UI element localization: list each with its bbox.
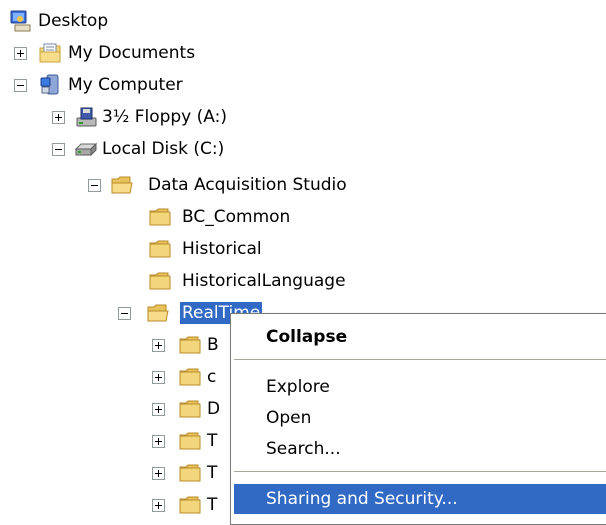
- collapse-minus-icon[interactable]: [118, 307, 131, 320]
- tree-item-realtime-child[interactable]: T: [0, 458, 240, 488]
- tree-item-bc-common[interactable]: BC_Common: [0, 202, 400, 232]
- folder-icon: [178, 461, 202, 485]
- folder-icon: [178, 333, 202, 357]
- tree-item-label: Historical: [182, 239, 262, 259]
- folder-open-icon: [146, 301, 170, 325]
- expand-plus-icon[interactable]: [152, 435, 165, 448]
- tree-item-realtime-child[interactable]: D: [0, 394, 240, 424]
- tree-item-label: BC_Common: [182, 207, 291, 227]
- expand-plus-icon[interactable]: [152, 499, 165, 512]
- tree-item-local-disk[interactable]: Local Disk (C:): [0, 134, 300, 164]
- folder-icon: [148, 237, 172, 261]
- menu-item-sharing-and-security[interactable]: Sharing and Security...: [234, 484, 606, 514]
- tree-item-my-documents[interactable]: My Documents: [0, 38, 260, 68]
- tree-item-label: Desktop: [38, 11, 109, 31]
- collapse-minus-icon[interactable]: [52, 143, 65, 156]
- tree-item-label: B: [207, 335, 219, 355]
- tree-item-realtime-child[interactable]: c: [0, 362, 240, 392]
- folder-icon: [148, 269, 172, 293]
- tree-item-label: My Computer: [68, 75, 183, 95]
- expand-plus-icon[interactable]: [152, 467, 165, 480]
- tree-item-floppy[interactable]: 3½ Floppy (A:): [0, 102, 300, 132]
- tree-item-desktop[interactable]: Desktop: [0, 6, 200, 36]
- tree-item-historical-language[interactable]: HistoricalLanguage: [0, 266, 400, 296]
- menu-item-explore[interactable]: Explore: [234, 372, 606, 402]
- tree-item-label: c: [207, 367, 217, 387]
- tree-item-my-computer[interactable]: My Computer: [0, 70, 260, 100]
- menu-item-collapse[interactable]: Collapse: [234, 322, 606, 352]
- context-menu: Collapse Explore Open Search... Sharing …: [230, 313, 606, 525]
- folder-icon: [178, 429, 202, 453]
- expand-plus-icon[interactable]: [152, 403, 165, 416]
- tree-item-realtime-child[interactable]: T: [0, 426, 240, 456]
- tree-item-label: D: [207, 399, 221, 419]
- expand-plus-icon[interactable]: [152, 371, 165, 384]
- tree-item-label: Data Acquisition Studio: [148, 175, 347, 195]
- tree-item-label: T: [207, 463, 218, 483]
- menu-item-search[interactable]: Search...: [234, 434, 606, 464]
- tree-item-historical[interactable]: Historical: [0, 234, 400, 264]
- hard-disk-icon: [74, 137, 98, 161]
- folder-icon: [178, 365, 202, 389]
- menu-separator: [234, 471, 606, 472]
- menu-item-open[interactable]: Open: [234, 403, 606, 433]
- my-computer-icon: [38, 73, 62, 97]
- folder-icon: [178, 493, 202, 517]
- tree-item-label: My Documents: [68, 43, 196, 63]
- tree-item-label: T: [207, 431, 218, 451]
- tree-item-label: HistoricalLanguage: [182, 271, 346, 291]
- collapse-minus-icon[interactable]: [88, 179, 101, 192]
- folder-open-icon: [110, 173, 134, 197]
- folder-icon: [178, 397, 202, 421]
- tree-item-label: T: [207, 495, 218, 515]
- tree-item-label: 3½ Floppy (A:): [102, 107, 227, 127]
- expand-plus-icon[interactable]: [14, 47, 27, 60]
- collapse-minus-icon[interactable]: [14, 79, 27, 92]
- expand-plus-icon[interactable]: [152, 339, 165, 352]
- expand-plus-icon[interactable]: [52, 111, 65, 124]
- tree-item-realtime-child[interactable]: B: [0, 330, 240, 360]
- tree-item-data-acquisition-studio[interactable]: Data Acquisition Studio: [0, 170, 400, 200]
- my-documents-icon: [38, 41, 62, 65]
- floppy-drive-icon: [74, 105, 98, 129]
- desktop-icon: [8, 9, 32, 33]
- folder-icon: [148, 205, 172, 229]
- tree-item-label: Local Disk (C:): [102, 139, 225, 159]
- menu-separator: [234, 359, 606, 360]
